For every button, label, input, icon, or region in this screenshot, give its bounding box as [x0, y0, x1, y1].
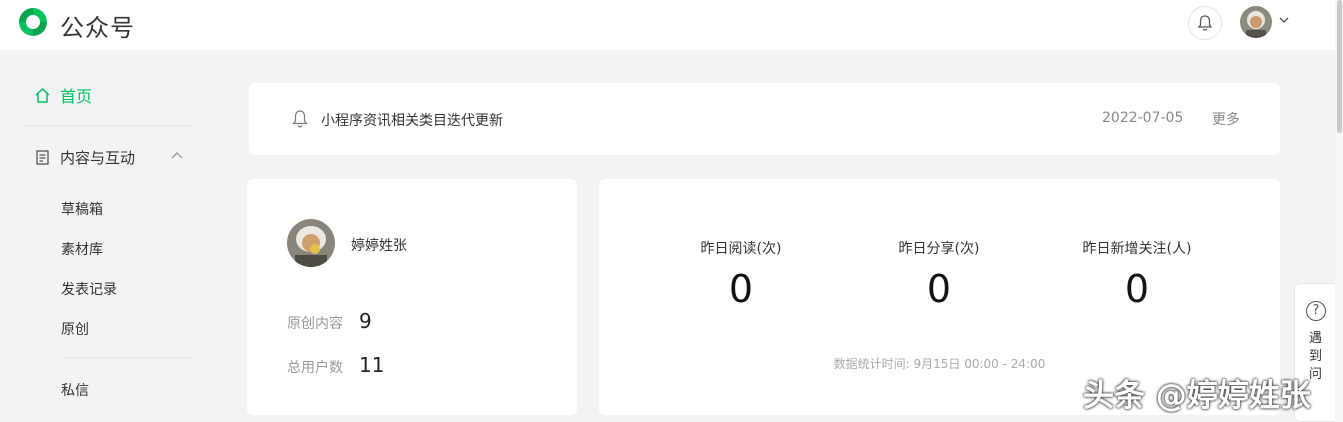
- sidebar-item-home[interactable]: 首页: [34, 83, 92, 107]
- scrollbar-thumb[interactable]: [1337, 0, 1342, 133]
- chevron-down-icon[interactable]: [1278, 14, 1290, 26]
- document-icon: [36, 150, 49, 165]
- sidebar-item-materials[interactable]: 素材库: [61, 239, 103, 259]
- sidebar-item-drafts[interactable]: 草稿箱: [61, 199, 103, 219]
- home-icon: [35, 87, 50, 103]
- sidebar: 首页 内容与互动 草稿箱 素材库 发表记录 原创 私信: [0, 50, 215, 422]
- notice-bar: 小程序资讯相关类目迭代更新 2022-07-05 更多: [249, 83, 1280, 155]
- metric-label: 昨日分享(次): [898, 241, 980, 257]
- total-users-label: 总用户数: [287, 360, 343, 376]
- sidebar-group-content[interactable]: 内容与互动: [34, 147, 184, 168]
- brand-title: 公众号: [60, 14, 135, 42]
- metric-yesterday-reads[interactable]: 昨日阅读(次) 0: [651, 238, 831, 308]
- sidebar-item-original[interactable]: 原创: [61, 319, 89, 339]
- sidebar-group-label: 内容与互动: [60, 149, 136, 167]
- sidebar-item-publish-records[interactable]: 发表记录: [61, 279, 117, 299]
- account-name: 婷婷姓张: [351, 238, 407, 254]
- wechat-logo-icon[interactable]: [16, 5, 50, 39]
- metric-label: 昨日新增关注(人): [1082, 241, 1192, 257]
- watermark: 头条 @婷婷姓张: [1083, 378, 1311, 414]
- notice-text[interactable]: 小程序资讯相关类目迭代更新: [321, 110, 503, 130]
- bell-icon: [292, 110, 308, 128]
- sidebar-item-label: 首页: [60, 87, 93, 106]
- account-avatar[interactable]: [287, 219, 335, 267]
- total-users-value[interactable]: 11: [359, 353, 384, 377]
- metric-yesterday-shares[interactable]: 昨日分享(次) 0: [849, 238, 1029, 308]
- more-link[interactable]: 更多: [1212, 109, 1240, 129]
- metric-label: 昨日阅读(次): [700, 241, 782, 257]
- user-avatar[interactable]: [1240, 6, 1272, 38]
- account-profile-card: 婷婷姓张 原创内容 9 总用户数 11: [247, 179, 577, 415]
- top-bar: 公众号: [0, 0, 1343, 50]
- metric-value: 0: [1124, 267, 1150, 311]
- original-content-value[interactable]: 9: [359, 309, 372, 333]
- notification-button[interactable]: [1188, 6, 1222, 40]
- notice-date: 2022-07-05: [1102, 110, 1184, 126]
- metric-yesterday-new-followers[interactable]: 昨日新增关注(人) 0: [1047, 238, 1227, 308]
- metric-value: 0: [926, 267, 952, 311]
- help-label: 遇到问: [1309, 331, 1323, 382]
- divider: [25, 125, 192, 126]
- sidebar-item-messages[interactable]: 私信: [61, 380, 89, 400]
- divider: [61, 357, 192, 358]
- question-icon: ?: [1306, 301, 1326, 321]
- metric-value: 0: [728, 267, 754, 311]
- chevron-up-icon[interactable]: [170, 149, 184, 163]
- bell-icon: [1197, 15, 1213, 31]
- original-content-label: 原创内容: [287, 316, 343, 332]
